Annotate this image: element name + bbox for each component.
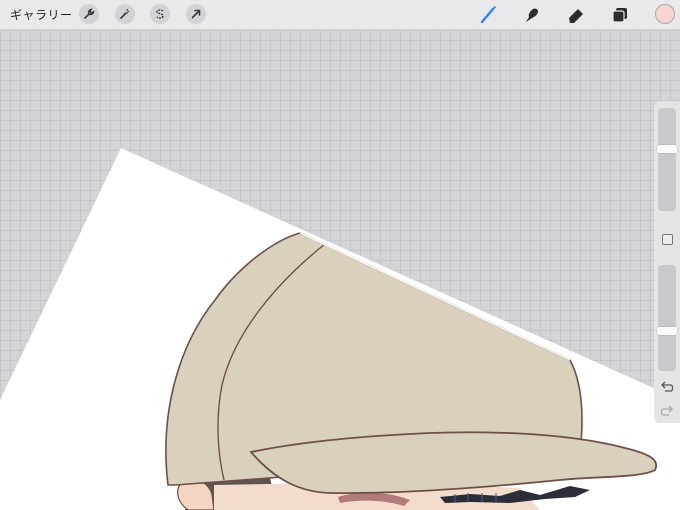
eraser-icon[interactable]	[565, 4, 587, 26]
color-picker-swatch[interactable]	[655, 4, 675, 24]
wrench-icon[interactable]	[79, 4, 99, 24]
brush-size-slider[interactable]	[657, 108, 677, 211]
opacity-thumb[interactable]	[657, 327, 677, 335]
brush-icon[interactable]	[477, 4, 499, 26]
brush-size-thumb[interactable]	[657, 145, 677, 153]
artwork-canvas[interactable]	[0, 0, 680, 510]
modify-square-icon[interactable]	[662, 234, 673, 245]
selection-icon[interactable]	[150, 4, 170, 24]
layers-icon[interactable]	[609, 4, 631, 26]
gallery-button[interactable]: ギャラリー	[10, 6, 73, 23]
top-toolbar: ギャラリー	[0, 0, 680, 30]
smudge-icon[interactable]	[521, 4, 543, 26]
side-toolbar	[654, 101, 680, 423]
redo-icon[interactable]	[659, 404, 675, 418]
transform-arrow-icon[interactable]	[186, 4, 206, 24]
opacity-slider[interactable]	[657, 265, 677, 371]
undo-icon[interactable]	[659, 380, 675, 394]
magic-wand-icon[interactable]	[115, 4, 135, 24]
